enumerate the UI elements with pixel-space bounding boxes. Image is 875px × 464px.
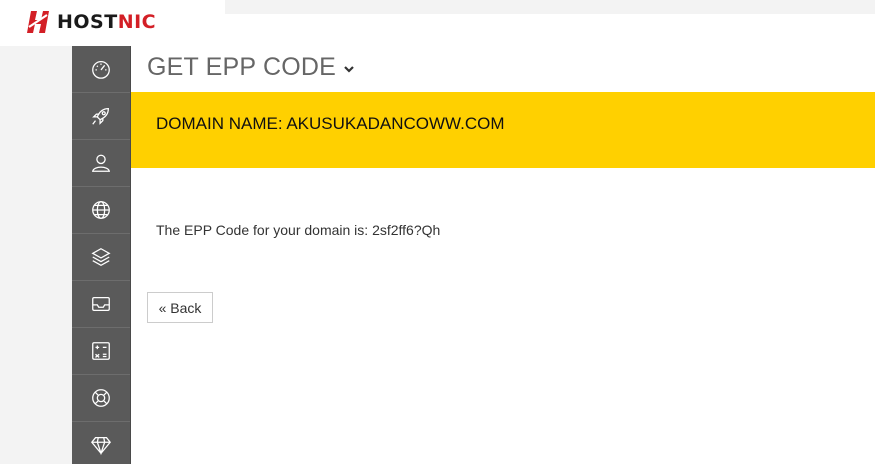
page: HOSTNIC GET EPP CODE DOMAIN NAME: AKUSUK…	[0, 0, 875, 464]
sidebar	[72, 46, 131, 464]
brand-name-prefix: HOST	[57, 11, 118, 33]
brand-name: HOSTNIC	[57, 11, 156, 33]
user-icon	[91, 154, 111, 172]
brand-name-suffix: NIC	[117, 11, 157, 33]
globe-icon	[92, 201, 110, 219]
hostnic-logo-icon	[27, 11, 49, 33]
calculator-icon	[92, 342, 110, 360]
page-title-text: GET EPP CODE	[147, 53, 337, 81]
page-title[interactable]: GET EPP CODE	[147, 53, 355, 82]
sidebar-item-support[interactable]	[72, 375, 130, 422]
domain-name-label: DOMAIN NAME: AKUSUKADANCOWW.COM	[156, 114, 505, 133]
sidebar-item-dashboard[interactable]	[72, 46, 130, 93]
lifebuoy-icon	[92, 389, 110, 407]
sidebar-item-inbox[interactable]	[72, 281, 130, 328]
top-strip	[225, 0, 875, 14]
rocket-icon	[92, 108, 109, 125]
domain-banner: DOMAIN NAME: AKUSUKADANCOWW.COM	[131, 92, 875, 168]
sidebar-item-domains[interactable]	[72, 187, 130, 234]
sidebar-item-services[interactable]	[72, 93, 130, 140]
diamond-icon	[91, 437, 111, 456]
chevron-down-icon	[344, 66, 354, 73]
sidebar-item-premium[interactable]	[72, 422, 130, 464]
sidebar-item-billing[interactable]	[72, 328, 130, 375]
back-button[interactable]: « Back	[147, 292, 213, 323]
speedometer-icon	[92, 61, 110, 79]
epp-code-message: The EPP Code for your domain is: 2sf2ff6…	[156, 222, 441, 238]
left-gutter	[0, 46, 72, 464]
sidebar-item-hosting[interactable]	[72, 234, 130, 281]
layers-icon	[91, 248, 111, 266]
sidebar-item-account[interactable]	[72, 140, 130, 187]
inbox-icon	[92, 296, 110, 312]
brand-logo[interactable]: HOSTNIC	[26, 8, 156, 36]
